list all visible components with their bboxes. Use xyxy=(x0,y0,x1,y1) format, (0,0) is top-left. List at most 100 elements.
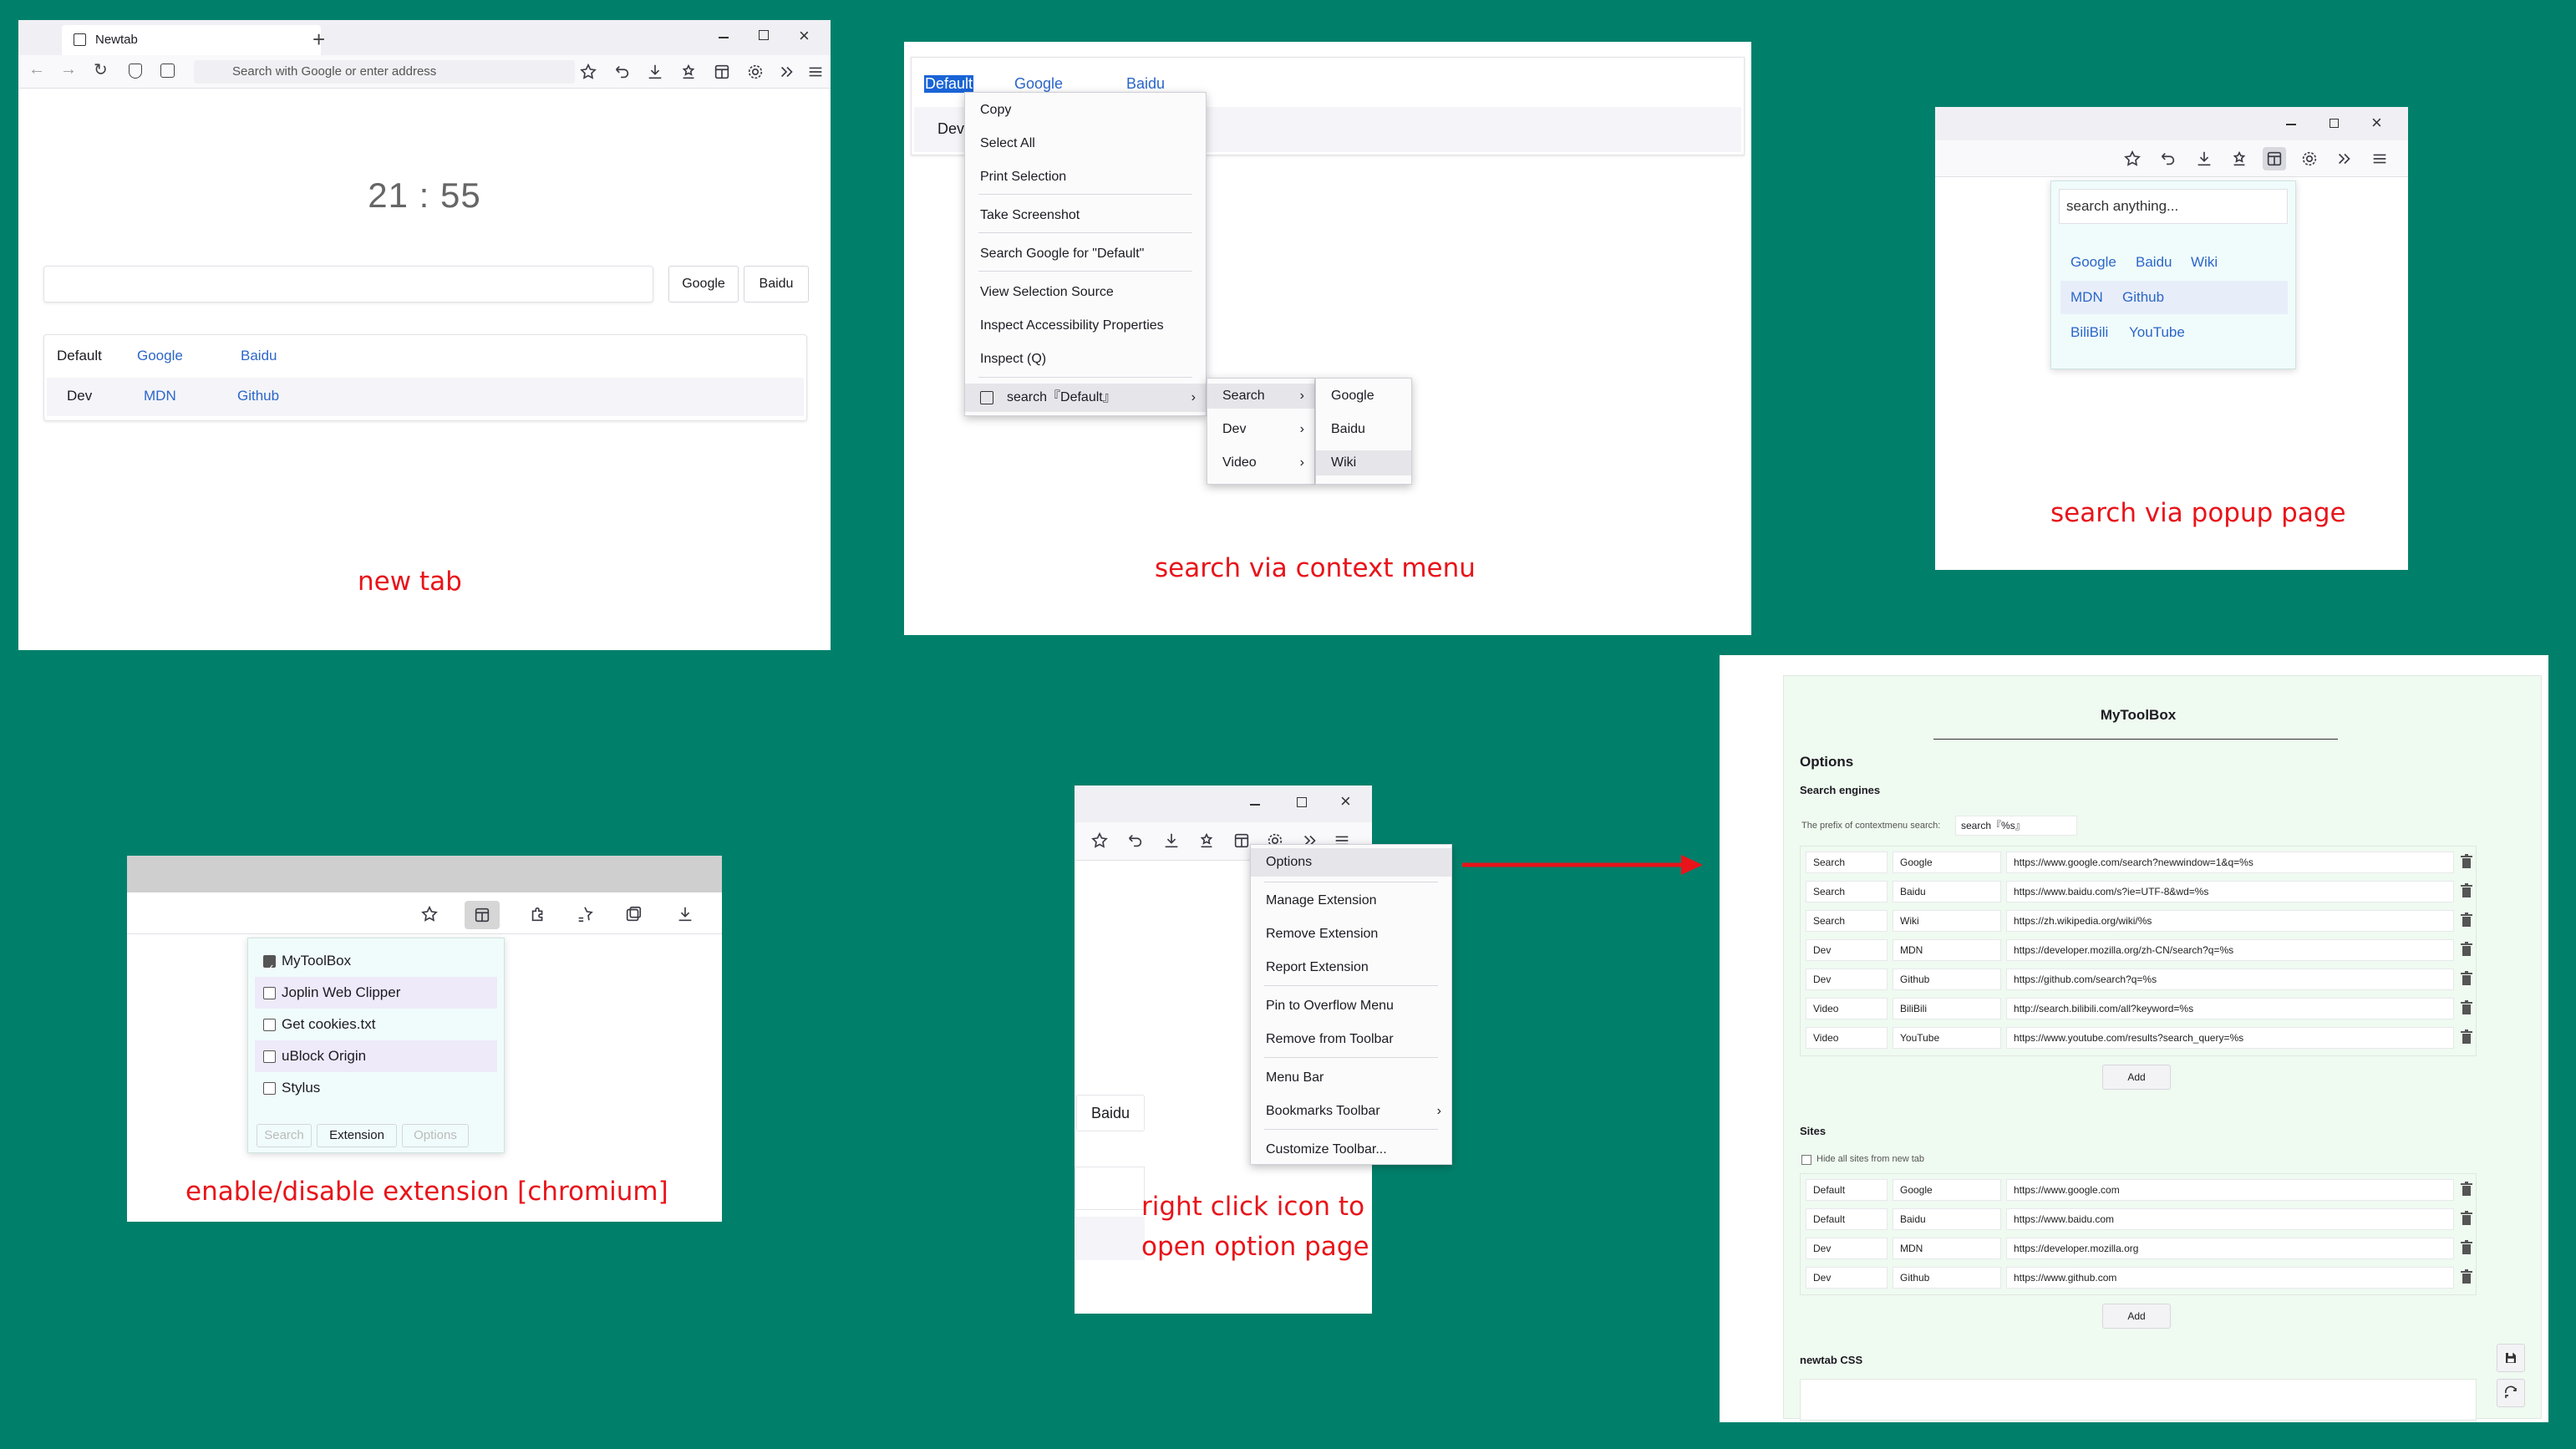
toolbox-icon[interactable] xyxy=(710,60,734,84)
engine-url-cell[interactable]: https://www.youtube.com/results?search_q… xyxy=(2006,1027,2454,1049)
engine-name-cell[interactable]: Baidu xyxy=(1893,881,2001,902)
save-pocket-icon[interactable] xyxy=(1195,829,1218,852)
address-bar[interactable]: Search with Google or enter address xyxy=(194,60,575,84)
site-name-cell[interactable]: Github xyxy=(1893,1267,2001,1289)
site-group-cell[interactable]: Dev xyxy=(1806,1238,1888,1259)
close-icon[interactable]: × xyxy=(2371,112,2382,134)
restore-icon[interactable] xyxy=(2330,119,2339,128)
undo-icon[interactable] xyxy=(1123,829,1146,852)
engine-group-cell[interactable]: Dev xyxy=(1806,969,1888,990)
site-url-cell[interactable]: https://www.baidu.com xyxy=(2006,1208,2454,1230)
overflow-chevron-icon[interactable] xyxy=(775,60,799,84)
hamburger-menu-icon[interactable] xyxy=(2368,147,2391,170)
menu-item-take-screenshot[interactable]: Take Screenshot xyxy=(965,203,1206,228)
checkbox[interactable] xyxy=(263,1082,276,1095)
tab-newtab[interactable]: Newtab xyxy=(62,25,321,55)
trash-icon[interactable] xyxy=(2461,1000,2472,1015)
menu-item-manage-extension[interactable]: Manage Extension xyxy=(1251,888,1451,913)
hamburger-menu-icon[interactable] xyxy=(804,60,827,84)
menu-item-pin-overflow[interactable]: Pin to Overflow Menu xyxy=(1251,994,1451,1019)
menu-item-view-selection-source[interactable]: View Selection Source xyxy=(965,280,1206,305)
overflow-chevron-icon[interactable] xyxy=(2333,147,2356,170)
download-icon[interactable] xyxy=(673,902,697,926)
save-button[interactable] xyxy=(2497,1344,2525,1372)
maximize-icon[interactable] xyxy=(1297,797,1307,807)
engine-group-cell[interactable]: Search xyxy=(1806,881,1888,902)
baidu-button[interactable]: Baidu xyxy=(744,266,809,303)
engine-url-cell[interactable]: https://www.baidu.com/s?ie=UTF-8&wd=%s xyxy=(2006,881,2454,902)
star-icon[interactable] xyxy=(577,60,600,84)
site-name-cell[interactable]: MDN xyxy=(1893,1238,2001,1259)
site-link-google[interactable]: Google xyxy=(1014,75,1063,93)
popup-link-baidu[interactable]: Baidu xyxy=(2136,254,2172,271)
trash-icon[interactable] xyxy=(2461,1240,2472,1255)
tab-search-icon[interactable] xyxy=(622,902,645,926)
tab-search[interactable]: Search xyxy=(257,1124,312,1147)
download-icon[interactable] xyxy=(1160,829,1183,852)
menu-item-copy[interactable]: Copy xyxy=(965,98,1206,123)
site-url-cell[interactable]: https://www.github.com xyxy=(2006,1267,2454,1289)
popup-link-mdn[interactable]: MDN xyxy=(2070,289,2103,306)
extension-item[interactable]: ✓ MyToolBox xyxy=(255,945,497,977)
popup-link-github[interactable]: Github xyxy=(2122,289,2164,306)
trash-icon[interactable] xyxy=(2461,1030,2472,1045)
engine-url-cell[interactable]: https://developer.mozilla.org/zh-CN/sear… xyxy=(2006,939,2454,961)
extension-puzzle-icon[interactable] xyxy=(160,64,175,78)
engine-name-cell[interactable]: MDN xyxy=(1893,939,2001,961)
popup-search-input[interactable]: search anything... xyxy=(2059,189,2288,224)
trash-icon[interactable] xyxy=(2461,1182,2472,1197)
prefix-input[interactable]: search『%s』 xyxy=(1955,816,2077,836)
site-link-google[interactable]: Google xyxy=(137,348,183,364)
engine-url-cell[interactable]: https://zh.wikipedia.org/wiki/%s xyxy=(2006,910,2454,932)
trash-icon[interactable] xyxy=(2461,942,2472,957)
minimize-icon[interactable] xyxy=(719,37,729,38)
toolbox-icon[interactable] xyxy=(2263,147,2286,170)
site-link-baidu[interactable]: Baidu xyxy=(241,348,277,364)
star-icon[interactable] xyxy=(2121,147,2144,170)
engine-url-cell[interactable]: http://search.bilibili.com/all?keyword=%… xyxy=(2006,998,2454,1019)
trash-icon[interactable] xyxy=(2461,854,2472,869)
maximize-icon[interactable] xyxy=(759,30,769,40)
download-icon[interactable] xyxy=(2192,147,2216,170)
site-link-github[interactable]: Github xyxy=(237,388,279,404)
menu-item-print-selection[interactable]: Print Selection xyxy=(965,165,1206,190)
engine-group-cell[interactable]: Search xyxy=(1806,910,1888,932)
popup-link-bilibili[interactable]: BiliBili xyxy=(2070,324,2108,341)
engine-name-cell[interactable]: Google xyxy=(1893,852,2001,873)
engine-name-cell[interactable]: Wiki xyxy=(1893,910,2001,932)
baidu-button[interactable]: Baidu xyxy=(1076,1095,1145,1131)
checkbox[interactable] xyxy=(263,1050,276,1063)
engine-name-cell[interactable]: YouTube xyxy=(1893,1027,2001,1049)
site-group-cell[interactable]: Default xyxy=(1806,1179,1888,1201)
bookmark-star-icon[interactable] xyxy=(418,902,441,926)
site-link-baidu[interactable]: Baidu xyxy=(1126,75,1165,93)
extension-puzzle-icon[interactable] xyxy=(526,902,550,926)
new-tab-plus-icon[interactable]: + xyxy=(312,27,325,53)
reading-list-icon[interactable] xyxy=(573,902,597,926)
minimize-icon[interactable] xyxy=(1250,804,1260,806)
popup-link-youtube[interactable]: YouTube xyxy=(2129,324,2185,341)
site-link-mdn[interactable]: MDN xyxy=(144,388,176,404)
site-group-cell[interactable]: Dev xyxy=(1806,1267,1888,1289)
close-icon[interactable]: × xyxy=(1340,791,1351,812)
site-url-cell[interactable]: https://www.google.com xyxy=(2006,1179,2454,1201)
forward-icon[interactable]: → xyxy=(60,60,77,79)
engine-item-google[interactable]: Google xyxy=(1316,384,1411,409)
site-name-cell[interactable]: Baidu xyxy=(1893,1208,2001,1230)
trash-icon[interactable] xyxy=(2461,971,2472,986)
extension-item[interactable]: Stylus xyxy=(255,1072,497,1104)
engine-group-cell[interactable]: Video xyxy=(1806,1027,1888,1049)
newtab-css-textarea[interactable] xyxy=(1800,1379,2477,1421)
shield-icon[interactable] xyxy=(129,64,142,79)
trash-icon[interactable] xyxy=(2461,1269,2472,1284)
tab-extension[interactable]: Extension xyxy=(317,1124,397,1147)
undo-icon[interactable] xyxy=(610,60,633,84)
popup-link-wiki[interactable]: Wiki xyxy=(2191,254,2218,271)
download-icon[interactable] xyxy=(643,60,667,84)
engine-group-cell[interactable]: Search xyxy=(1806,852,1888,873)
engine-url-cell[interactable]: https://github.com/search?q=%s xyxy=(2006,969,2454,990)
reset-button[interactable] xyxy=(2497,1379,2525,1407)
star-icon[interactable] xyxy=(1088,829,1111,852)
toolbox-icon[interactable] xyxy=(465,901,500,929)
extension-item[interactable]: Joplin Web Clipper xyxy=(255,977,497,1009)
